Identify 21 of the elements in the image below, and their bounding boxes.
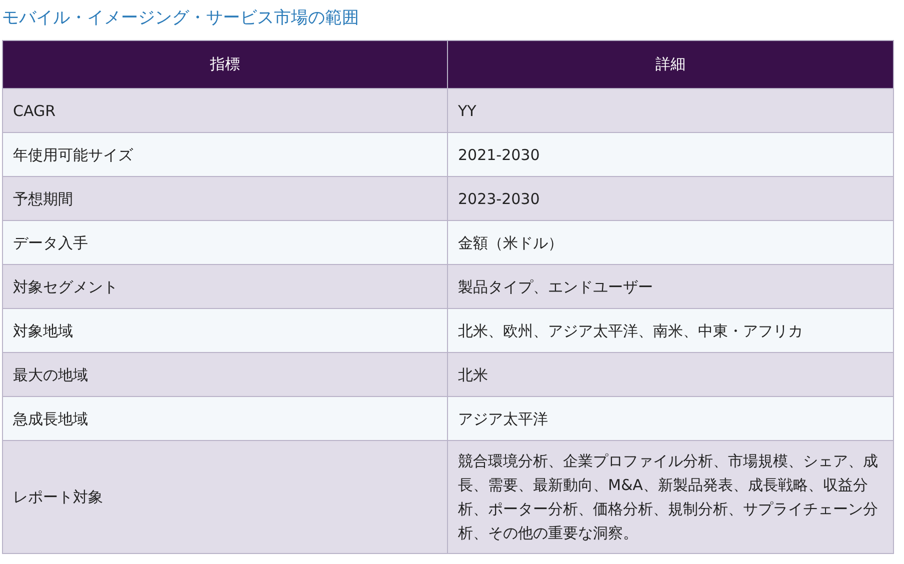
page-title: モバイル・イメージング・サービス市場の範囲 [2, 7, 360, 30]
table-cell: 製品タイプ、エンドユーザー [448, 264, 894, 308]
table-cell: 予想期間 [2, 176, 448, 220]
table-cell: レポート対象 [2, 440, 448, 554]
table-cell: 対象地域 [2, 308, 448, 352]
table-cell: 金額（米ドル） [448, 220, 894, 264]
table-cell: 競合環境分析、企業プロファイル分析、市場規模、シェア、成長、需要、最新動向、M&A、新製品発表、成長戦略、収益分析、ポーター分析、価格分析、規制分析、サプライチェーン分析、その他の重要な洞察。 [448, 440, 894, 554]
table-cell: CAGR [2, 88, 448, 132]
table-cell: 2021-2030 [448, 132, 894, 176]
table-cell: 最大の地域 [2, 352, 448, 396]
table-cell: 年使用可能サイズ [2, 132, 448, 176]
column-header: 指標 [2, 40, 448, 88]
table-cell: YY [448, 88, 894, 132]
table-cell: 対象セグメント [2, 264, 448, 308]
table-cell: データ入手 [2, 220, 448, 264]
table-cell: 北米 [448, 352, 894, 396]
table-cell: 北米、欧州、アジア太平洋、南米、中東・アフリカ [448, 308, 894, 352]
column-header: 詳細 [448, 40, 894, 88]
table-cell: 2023-2030 [448, 176, 894, 220]
table-cell: 急成長地域 [2, 396, 448, 440]
table-cell: アジア太平洋 [448, 396, 894, 440]
